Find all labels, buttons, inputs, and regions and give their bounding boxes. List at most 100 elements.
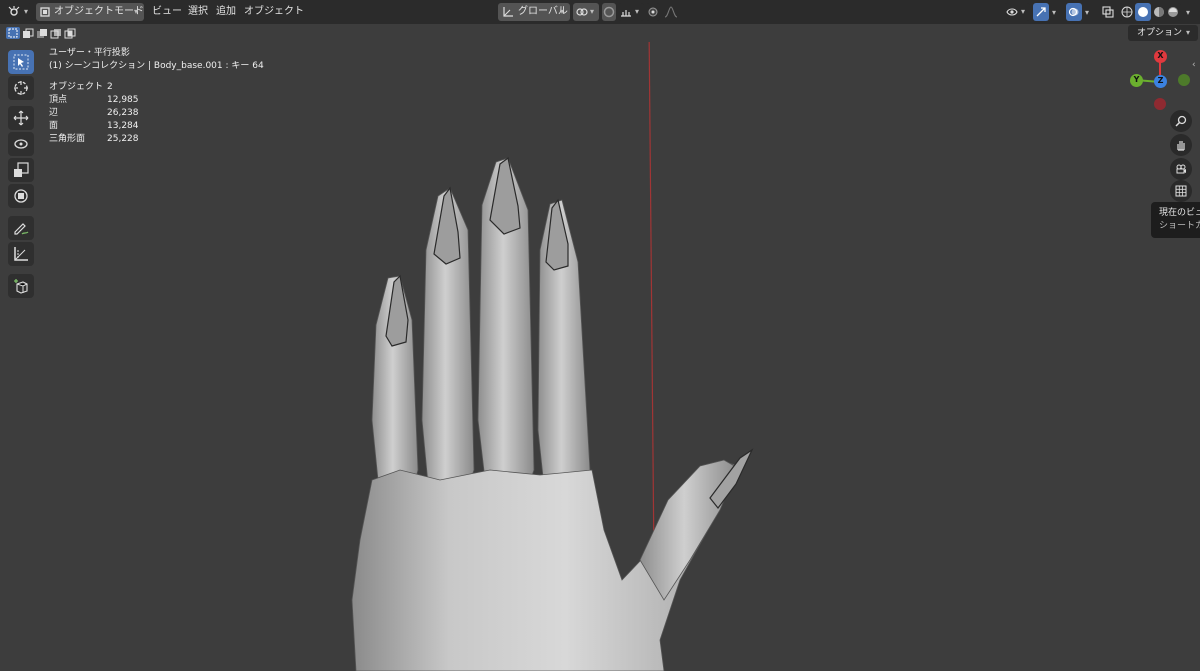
stat-label: 面 — [49, 121, 59, 131]
tooltip: 現在のビュ ショートカ — [1151, 202, 1200, 238]
zoom-magnifier-icon — [1175, 115, 1187, 127]
stat-label: 三角形面 — [49, 134, 86, 144]
rendered-shading-icon[interactable] — [1167, 6, 1179, 18]
move-tool-button[interactable] — [8, 106, 34, 130]
orientation-axes-icon — [503, 7, 513, 17]
select-mode-new-button[interactable] — [6, 27, 20, 39]
tooltip-title: 現在のビュ — [1159, 208, 1200, 218]
select-cursor-icon — [13, 54, 29, 70]
chevron-down-icon: ▾ — [590, 7, 595, 16]
camera-view-button[interactable] — [1170, 158, 1192, 180]
snap-increment-icon — [621, 10, 631, 17]
proportional-edit-icon — [648, 7, 658, 17]
3d-viewport[interactable]: ユーザー・平行投影 (1) シーンコレクション | Body_base.001 … — [0, 42, 1200, 671]
shading-dropdown-chevron-icon[interactable]: ▾ — [1186, 8, 1190, 17]
tool-settings-bar: オプション ▾ — [0, 24, 1200, 42]
snap-magnet-icon — [603, 6, 615, 18]
gizmo-x-label: X — [1157, 51, 1164, 60]
stat-row-triangles: 三角形面 25,228 — [49, 133, 264, 146]
shading-mode-group — [1119, 3, 1181, 21]
stat-value: 25,228 — [107, 134, 139, 144]
chevron-down-icon: ▾ — [635, 7, 640, 16]
transform-orientation-dropdown[interactable]: グローバル ▾ — [498, 3, 570, 21]
stat-value: 26,238 — [107, 108, 139, 118]
stat-value: 13,284 — [107, 121, 139, 131]
measure-tool-button[interactable] — [8, 242, 34, 266]
scale-icon — [14, 162, 29, 177]
gizmo-neg-x — [1154, 98, 1166, 110]
material-shading-icon[interactable] — [1153, 6, 1165, 18]
chevron-down-icon: ▾ — [24, 7, 29, 16]
wireframe-shading-icon[interactable] — [1121, 6, 1133, 18]
visibility-dropdown[interactable]: ▾ — [1004, 3, 1030, 21]
scale-tool-button[interactable] — [8, 158, 34, 182]
rotate-tool-button[interactable] — [8, 132, 34, 156]
gizmo-arrows-icon — [1036, 7, 1046, 17]
tooltip-shortcut: ショートカ — [1159, 221, 1200, 231]
3d-viewport-icon — [8, 6, 20, 16]
editor-type-button[interactable]: ▾ — [4, 3, 32, 21]
gizmo-dropdown-chevron-icon[interactable]: ▾ — [1052, 8, 1056, 17]
viewport-header: ▾ オブジェクトモード ▾ ビュー 選択 追加 オブジェクト グローバル ▾ ▾… — [0, 0, 1200, 24]
overlays-toggle[interactable] — [1066, 3, 1082, 21]
solid-shading-icon — [1138, 7, 1148, 17]
camera-icon — [1176, 164, 1186, 174]
select-new-icon — [8, 28, 18, 38]
options-label: オプション — [1137, 28, 1183, 38]
pivot-point-dropdown[interactable]: ▾ — [573, 3, 599, 21]
select-extend-icon[interactable] — [22, 28, 34, 39]
stat-row-objects: オブジェクト 2 — [49, 81, 264, 94]
object-mode-icon — [40, 7, 50, 17]
gizmo-y-label: Y — [1133, 75, 1140, 84]
grid-ortho-icon — [1175, 185, 1187, 197]
stat-row-faces: 面 13,284 — [49, 120, 264, 133]
transform-icon — [14, 189, 28, 203]
snap-toggle[interactable] — [602, 3, 616, 21]
view-name: ユーザー・平行投影 — [49, 48, 130, 58]
viewport-info-overlay: ユーザー・平行投影 (1) シーンコレクション | Body_base.001 … — [49, 47, 264, 146]
menu-select[interactable]: 選択 — [188, 3, 208, 21]
perspective-toggle-button[interactable] — [1170, 180, 1192, 202]
stat-row-edges: 辺 26,238 — [49, 107, 264, 120]
chevron-down-icon: ▾ — [1186, 28, 1191, 37]
mode-dropdown[interactable]: オブジェクトモード ▾ — [36, 3, 144, 21]
pan-button[interactable] — [1170, 134, 1192, 156]
snap-target-dropdown[interactable]: ▾ — [618, 3, 644, 21]
menu-view[interactable]: ビュー — [152, 3, 182, 21]
falloff-icon[interactable] — [664, 6, 678, 18]
add-cube-tool-button[interactable] — [8, 274, 34, 298]
chevron-down-icon: ▾ — [134, 7, 139, 16]
stat-row-vertices: 頂点 12,985 — [49, 94, 264, 107]
collection-info: (1) シーンコレクション | Body_base.001 : キー 64 — [49, 61, 264, 71]
transform-tool-button[interactable] — [8, 184, 34, 208]
select-invert-icon[interactable] — [50, 28, 62, 39]
eye-icon — [1006, 8, 1018, 16]
cursor-tool-button[interactable] — [8, 76, 34, 100]
overlays-icon — [1068, 7, 1079, 17]
menu-add[interactable]: 追加 — [216, 3, 236, 21]
tweak-tool-button[interactable] — [8, 50, 34, 74]
hand-mesh — [351, 156, 754, 671]
gizmo-neg-y — [1178, 74, 1190, 86]
annotate-tool-button[interactable] — [8, 216, 34, 240]
chevron-down-icon: ▾ — [1021, 7, 1026, 16]
options-dropdown[interactable]: オプション ▾ — [1128, 25, 1198, 41]
annotate-pen-icon — [14, 223, 29, 235]
stat-label: 頂点 — [49, 95, 68, 105]
stat-value: 2 — [107, 82, 113, 92]
stat-value: 12,985 — [107, 95, 139, 105]
3d-cursor-icon — [14, 81, 28, 95]
pivot-icon — [576, 8, 588, 16]
select-subtract-icon[interactable] — [36, 28, 48, 39]
rotate-icon — [14, 139, 28, 149]
zoom-button[interactable] — [1170, 110, 1192, 132]
select-intersect-icon[interactable] — [64, 28, 76, 39]
sidebar-toggle-arrow-icon[interactable]: ‹ — [1192, 60, 1196, 70]
gizmo-toggle[interactable] — [1033, 3, 1049, 21]
mode-label: オブジェクトモード — [54, 6, 144, 17]
xray-toggle-icon[interactable] — [1102, 6, 1114, 18]
proportional-edit-toggle[interactable] — [646, 3, 660, 21]
add-cube-icon — [14, 279, 28, 294]
overlays-dropdown-chevron-icon[interactable]: ▾ — [1085, 8, 1089, 17]
menu-object[interactable]: オブジェクト — [244, 3, 304, 21]
